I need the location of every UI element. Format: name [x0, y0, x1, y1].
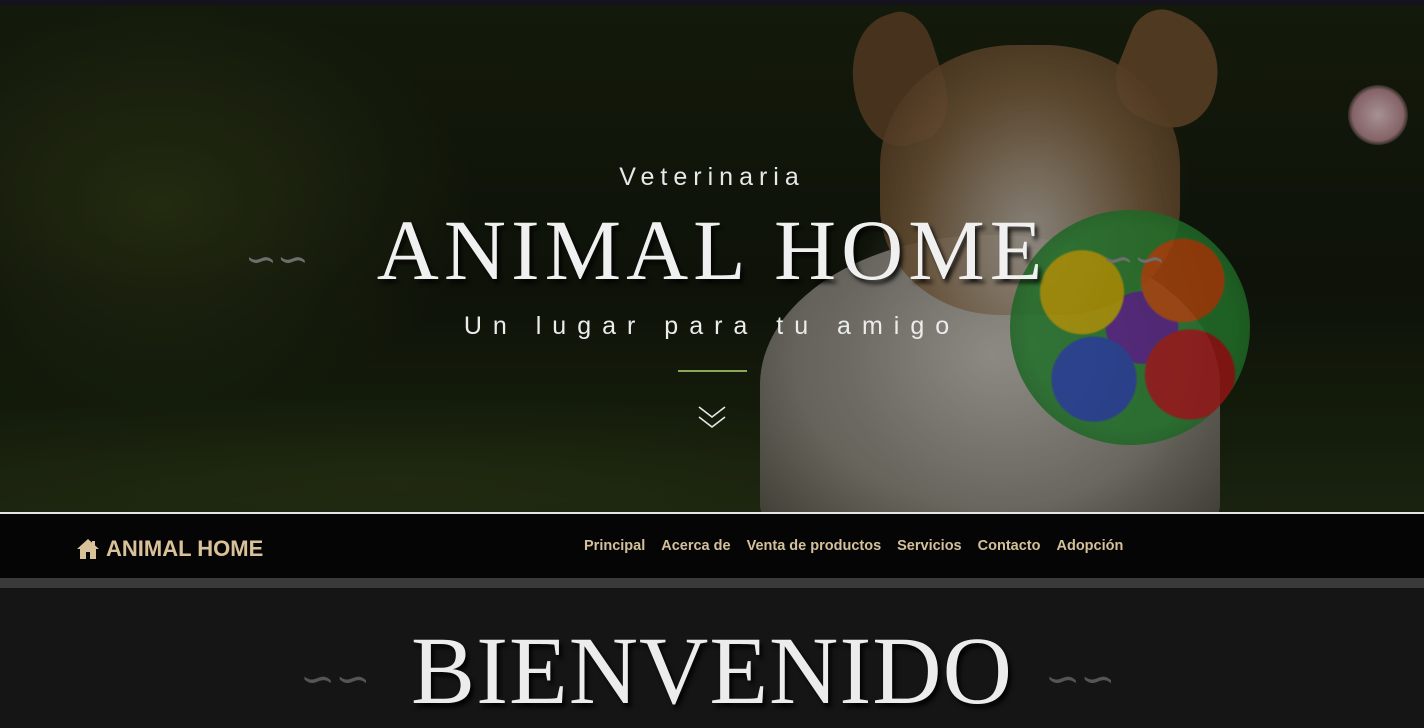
welcome-title: BIENVENIDO — [411, 617, 1013, 724]
hero-text: Veterinaria ∽∽ ANIMAL HOME ∽∽ Un lugar p… — [0, 5, 1424, 512]
nav-item-principal[interactable]: Principal — [584, 538, 645, 554]
nav-item-acerca-de[interactable]: Acerca de — [661, 538, 730, 554]
nav-menu: Principal Acerca de Venta de productos S… — [584, 538, 1123, 554]
hero-title: ANIMAL HOME — [376, 202, 1048, 298]
nav-item-adopcion[interactable]: Adopción — [1056, 538, 1123, 554]
brand-name: ANIMAL HOME — [106, 536, 264, 561]
hero-banner: Veterinaria ∽∽ ANIMAL HOME ∽∽ Un lugar p… — [0, 5, 1424, 512]
brand-logo[interactable]: ANIMAL HOME — [76, 536, 263, 562]
double-chevron-down-icon[interactable] — [697, 403, 727, 433]
nav-item-contacto[interactable]: Contacto — [978, 538, 1041, 554]
home-icon — [77, 539, 99, 559]
swirl-ornament-icon: ∽∽ — [1102, 237, 1166, 281]
hero-divider — [678, 370, 747, 372]
nav-bottom-bar — [0, 578, 1424, 588]
welcome-section: ∽∽ BIENVENIDO ∽∽ — [0, 588, 1424, 728]
nav-item-venta-de-productos[interactable]: Venta de productos — [747, 538, 882, 554]
hero-tagline: Un lugar para tu amigo — [463, 312, 961, 340]
navbar: ANIMAL HOME Principal Acerca de Venta de… — [0, 512, 1424, 578]
swirl-ornament-icon: ∽∽ — [1045, 654, 1116, 703]
hero-subtitle: Veterinaria — [619, 163, 805, 191]
nav-item-servicios[interactable]: Servicios — [897, 538, 962, 554]
